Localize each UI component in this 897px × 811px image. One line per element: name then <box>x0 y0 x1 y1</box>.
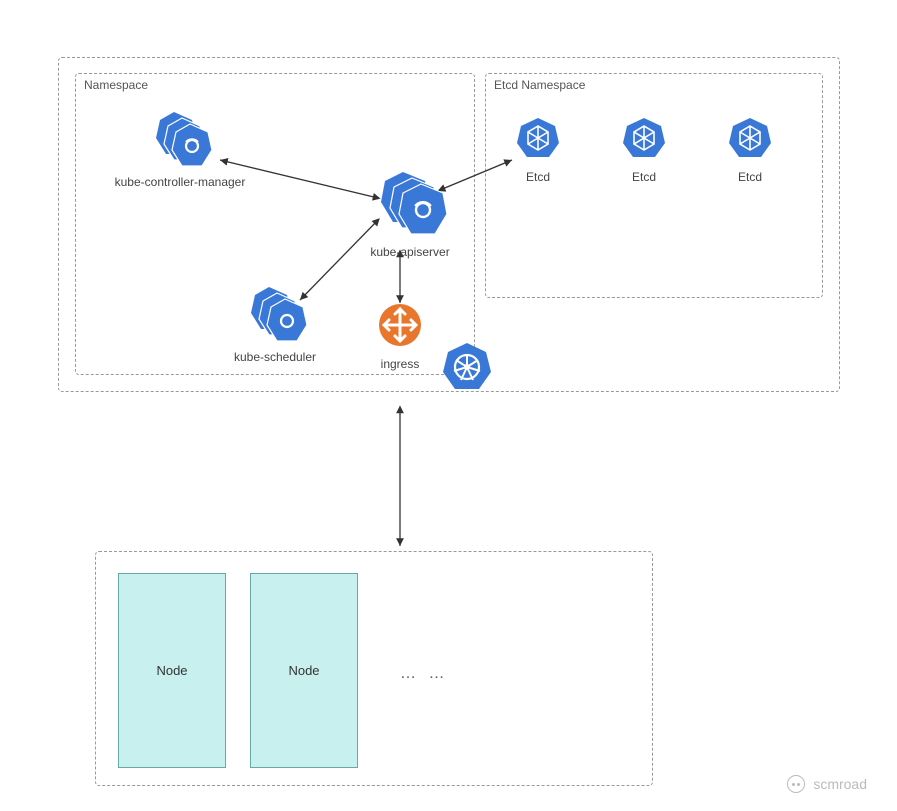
watermark-icon <box>787 775 805 793</box>
ingress-label: ingress <box>372 357 428 371</box>
namespace-label: Namespace <box>84 78 148 92</box>
ingress: ingress <box>372 302 428 371</box>
worker-node-2: Node <box>250 573 358 768</box>
scheduler-pods-icon <box>241 285 309 341</box>
etcd2-label: Etcd <box>614 170 674 184</box>
watermark: scmroad <box>787 775 867 793</box>
etcd-node-1: Etcd <box>508 115 568 184</box>
kubernetes-badge <box>440 340 494 399</box>
kubernetes-wheel-icon <box>440 340 494 394</box>
etcd-icon <box>727 115 773 161</box>
etcd-namespace-label: Etcd Namespace <box>494 78 585 92</box>
kube-apiserver: kube-apiserver <box>355 170 465 259</box>
apiserver-pods-icon <box>371 170 449 236</box>
ingress-icon <box>377 302 423 348</box>
etcd-icon <box>515 115 561 161</box>
worker-node-1: Node <box>118 573 226 768</box>
etcd-node-3: Etcd <box>720 115 780 184</box>
node1-label: Node <box>156 663 187 678</box>
watermark-text: scmroad <box>813 776 867 792</box>
etcd3-label: Etcd <box>720 170 780 184</box>
scheduler-label: kube-scheduler <box>215 350 335 364</box>
node2-label: Node <box>288 663 319 678</box>
kube-controller-manager: kube-controller-manager <box>100 110 260 189</box>
controller-manager-label: kube-controller-manager <box>100 175 260 189</box>
etcd1-label: Etcd <box>508 170 568 184</box>
worker-ellipsis: … … <box>400 665 448 683</box>
etcd-node-2: Etcd <box>614 115 674 184</box>
controller-manager-pods-icon <box>146 110 214 166</box>
architecture-diagram: Namespace Etcd Namespace <box>0 0 897 811</box>
apiserver-label: kube-apiserver <box>355 245 465 259</box>
etcd-namespace-box: Etcd Namespace <box>485 73 823 298</box>
etcd-icon <box>621 115 667 161</box>
kube-scheduler: kube-scheduler <box>215 285 335 364</box>
